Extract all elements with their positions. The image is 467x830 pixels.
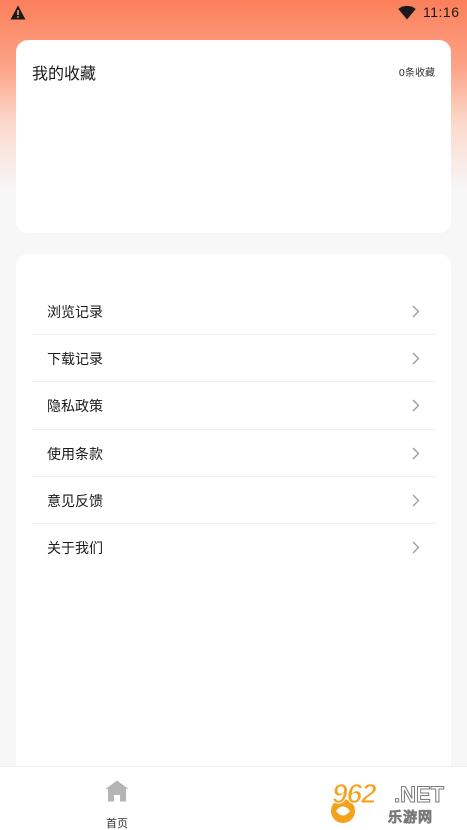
chevron-right-icon [412,352,420,365]
menu-item-about-us[interactable]: 关于我们 [32,524,436,571]
home-icon [105,780,129,802]
menu-item-label: 意见反馈 [47,493,103,510]
chevron-right-icon [412,494,420,507]
status-bar: 11:16 [0,0,467,26]
watermark-subtitle: 乐游网 [388,810,433,827]
nav-home-label: 首页 [106,817,128,830]
chevron-right-icon [412,447,420,460]
nav-home-tab[interactable]: 首页 [94,777,140,830]
menu-item-label: 关于我们 [47,540,103,557]
favorites-card[interactable]: 我的收藏 0条收藏 [16,40,451,233]
favorites-count: 0条收藏 [398,68,435,79]
menu-item-feedback[interactable]: 意见反馈 [32,477,436,524]
watermark-number: 962 [332,778,378,810]
chevron-right-icon [412,399,420,412]
menu-list: 浏览记录 下载记录 隐私政策 使用条款 意见反馈 关于我们 [32,288,436,571]
favorites-title: 我的收藏 [32,64,97,83]
menu-item-browse-history[interactable]: 浏览记录 [32,288,436,336]
menu-item-label: 隐私政策 [47,399,103,416]
menu-item-label: 下载记录 [47,352,103,369]
site-watermark: 962 .NET 乐游网 [328,778,460,826]
warning-icon [10,5,26,20]
status-time: 11:16 [423,4,460,20]
menu-card: 浏览记录 下载记录 隐私政策 使用条款 意见反馈 关于我们 [16,254,451,774]
menu-item-terms-of-use[interactable]: 使用条款 [32,430,436,477]
chevron-right-icon [412,541,420,554]
chevron-right-icon [412,305,420,318]
menu-item-label: 使用条款 [47,446,103,463]
wifi-icon [398,5,416,20]
menu-item-label: 浏览记录 [47,305,103,321]
menu-item-privacy-policy[interactable]: 隐私政策 [32,382,436,430]
watermark-tld: .NET [393,782,445,808]
menu-item-download-history[interactable]: 下载记录 [32,335,436,383]
